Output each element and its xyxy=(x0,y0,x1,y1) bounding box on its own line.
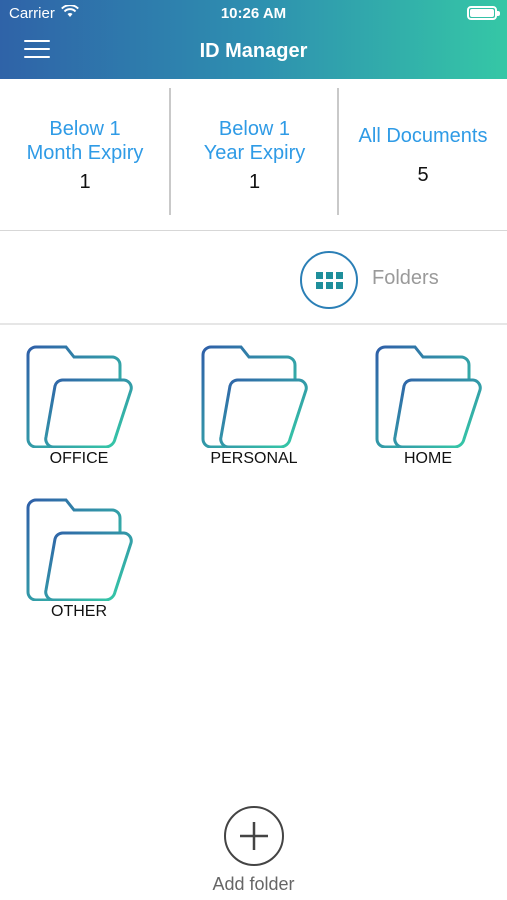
folder-name: OFFICE xyxy=(49,450,109,467)
add-folder-label: Add folder xyxy=(212,874,295,894)
folder-personal[interactable]: PERSONAL xyxy=(194,344,314,468)
stat-year-expiry[interactable]: Below 1 Year Expiry 1 xyxy=(171,79,338,231)
app-header: Carrier 10:26 AM ID Manager xyxy=(0,0,507,79)
page-title: ID Manager xyxy=(199,40,308,62)
folders-label: Folders xyxy=(372,267,439,289)
plus-icon xyxy=(240,822,268,850)
folder-name: PERSONAL xyxy=(210,450,298,467)
folder-icon xyxy=(26,498,133,601)
stat-value: 1 xyxy=(79,170,91,193)
grid-view-button[interactable] xyxy=(300,251,358,309)
folder-icon xyxy=(201,345,308,448)
status-time: 10:26 AM xyxy=(220,5,287,22)
stat-all-documents[interactable]: All Documents 5 xyxy=(339,79,507,231)
stat-label-line: Month Expiry xyxy=(26,141,144,164)
navigation-bar: ID Manager xyxy=(0,30,507,75)
status-bar: Carrier 10:26 AM xyxy=(0,0,507,28)
view-toggle-bar: Folders xyxy=(0,232,507,325)
add-folder-button[interactable] xyxy=(224,806,284,866)
stat-label: Below 1 Year Expiry xyxy=(204,117,306,165)
grid-icon xyxy=(315,271,343,289)
folder-name: OTHER xyxy=(51,603,107,620)
expiry-summary: Below 1 Month Expiry 1 Below 1 Year Expi… xyxy=(0,79,507,231)
folder-other[interactable]: OTHER xyxy=(19,497,139,621)
folder-icon xyxy=(375,345,482,448)
stat-label: All Documents xyxy=(359,124,488,148)
battery-icon xyxy=(467,6,500,20)
folder-office[interactable]: OFFICE xyxy=(19,344,139,468)
stat-month-expiry[interactable]: Below 1 Month Expiry 1 xyxy=(0,79,170,231)
folder-home[interactable]: HOME xyxy=(368,344,488,468)
stat-label-line: Below 1 xyxy=(218,117,291,140)
stat-label-line: All Documents xyxy=(358,124,488,147)
stat-value: 5 xyxy=(417,163,429,186)
stat-label: Below 1 Month Expiry xyxy=(27,117,144,165)
stat-label-line: Below 1 xyxy=(49,117,121,140)
stat-label-line: Year Expiry xyxy=(203,141,306,164)
folder-name: HOME xyxy=(404,450,452,467)
folder-icon xyxy=(26,345,133,448)
stat-value: 1 xyxy=(248,170,261,193)
